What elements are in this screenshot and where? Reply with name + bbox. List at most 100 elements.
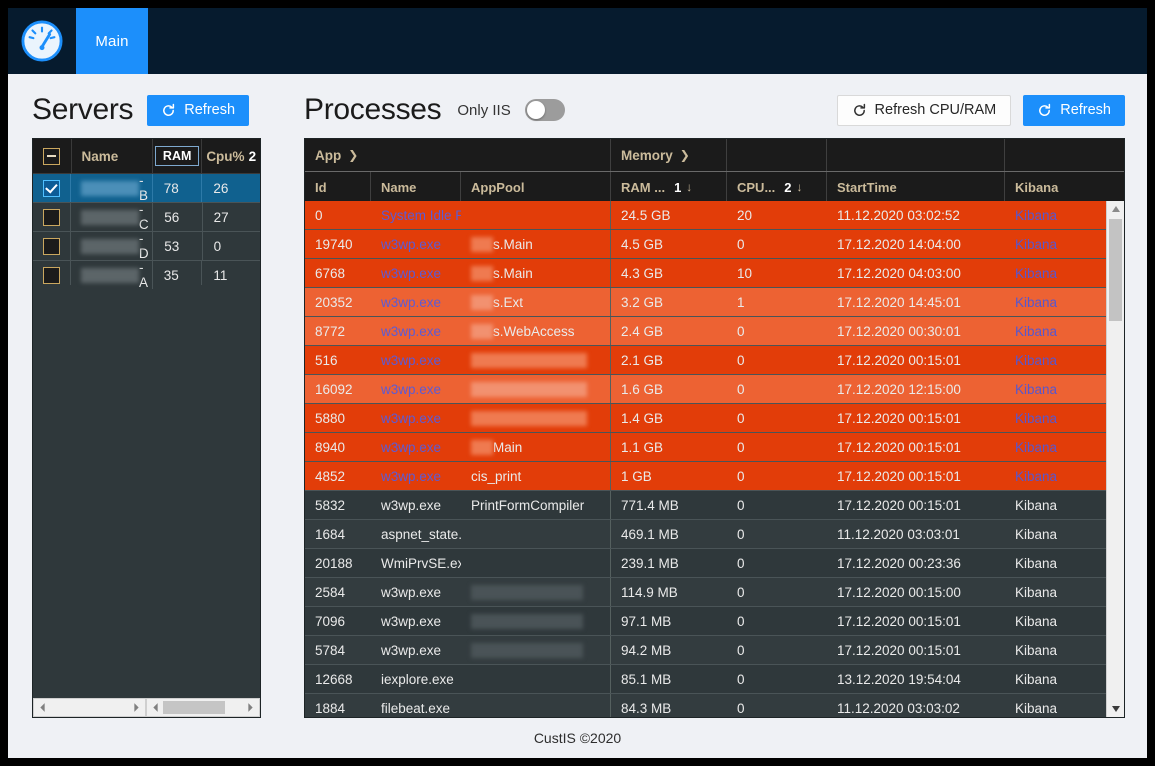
server-row-checkbox[interactable] xyxy=(42,208,60,226)
processes-refresh-button[interactable]: Refresh xyxy=(1023,94,1125,126)
servers-hscrollbar-right[interactable] xyxy=(146,698,260,717)
process-kibana-link[interactable]: Kibana xyxy=(1005,462,1106,490)
scroll-down-icon[interactable] xyxy=(1107,701,1124,717)
server-row-checkbox[interactable] xyxy=(42,237,60,255)
process-row[interactable]: 5832 w3wp.exe PrintFormCompiler 771.4 MB 0 17… xyxy=(305,491,1106,520)
process-row[interactable]: 2584 w3wp.exe 114.9 MB 0 17.12.2020 00:15:00… xyxy=(305,578,1106,607)
scroll-left-icon[interactable] xyxy=(36,701,49,714)
only-iis-toggle[interactable] xyxy=(524,99,565,121)
process-name[interactable]: w3wp.exe xyxy=(371,346,461,374)
process-row[interactable]: 16092 w3wp.exe 1.6 GB 0 17.12.2020 12:15:00 K… xyxy=(305,375,1106,404)
process-kibana-link[interactable]: Kibana xyxy=(1005,375,1106,403)
process-row[interactable]: 6768 w3wp.exe s.Main 4.3 GB 10 17.12.2020 04:… xyxy=(305,259,1106,288)
process-apppool-text: s.Ext xyxy=(493,294,524,310)
servers-grid-empty-area xyxy=(33,285,260,697)
scroll-right-icon[interactable] xyxy=(130,701,143,714)
process-row[interactable]: 5784 w3wp.exe 94.2 MB 0 17.12.2020 00:15:01 K… xyxy=(305,636,1106,665)
processes-vertical-scrollbar[interactable] xyxy=(1106,201,1124,717)
process-name[interactable]: System Idle Pro xyxy=(371,201,461,229)
servers-col-ram[interactable]: RAM xyxy=(153,139,203,173)
process-name[interactable]: w3wp.exe xyxy=(371,462,461,490)
scrollbar-thumb[interactable] xyxy=(163,701,225,714)
scrollbar-thumb[interactable] xyxy=(1109,219,1122,321)
servers-select-all-checkbox[interactable] xyxy=(43,147,61,165)
process-kibana-link[interactable]: Kibana xyxy=(1005,549,1106,577)
servers-col-cpu[interactable]: Cpu% 2 xyxy=(202,139,260,173)
process-kibana-link[interactable]: Kibana xyxy=(1005,346,1106,374)
process-row[interactable]: 5880 w3wp.exe 1.4 GB 0 17.12.2020 00:15:01 Ki… xyxy=(305,404,1106,433)
process-name[interactable]: w3wp.exe xyxy=(371,636,461,664)
col-ram[interactable]: RAM ... 1 ↓ xyxy=(611,172,727,202)
server-row[interactable]: -B 78 26 xyxy=(33,173,260,203)
process-name[interactable]: w3wp.exe xyxy=(371,578,461,606)
process-kibana-link[interactable]: Kibana xyxy=(1005,433,1106,461)
process-row[interactable]: 20188 WmiPrvSE.exe 239.1 MB 0 17.12.2020 00:… xyxy=(305,549,1106,578)
process-row[interactable]: 12668 iexplore.exe 85.1 MB 0 13.12.2020 19:5… xyxy=(305,665,1106,694)
process-name[interactable]: w3wp.exe xyxy=(371,433,461,461)
redacted-apppool xyxy=(471,642,583,658)
server-name-suffix: -C xyxy=(138,202,149,232)
server-row[interactable]: -D 53 0 xyxy=(33,231,260,261)
col-kibana[interactable]: Kibana xyxy=(1005,172,1124,202)
process-kibana-link[interactable]: Kibana xyxy=(1005,404,1106,432)
process-kibana-link[interactable]: Kibana xyxy=(1005,230,1106,258)
process-ram: 469.1 MB xyxy=(621,526,679,542)
server-row-checkbox[interactable] xyxy=(42,266,60,284)
process-row[interactable]: 19740 w3wp.exe s.Main 4.5 GB 0 17.12.2020 14:… xyxy=(305,230,1106,259)
group-header-memory[interactable]: Memory ❯ xyxy=(611,139,727,171)
process-id: 12668 xyxy=(315,671,353,687)
refresh-cpu-ram-button[interactable]: Refresh CPU/RAM xyxy=(836,94,1012,126)
process-kibana-link[interactable]: Kibana xyxy=(1005,520,1106,548)
scroll-left-icon[interactable] xyxy=(149,701,162,714)
servers-col-ram-label: RAM xyxy=(154,146,200,166)
scroll-up-icon[interactable] xyxy=(1107,201,1124,217)
col-apppool[interactable]: AppPool xyxy=(461,172,611,202)
process-name[interactable]: w3wp.exe xyxy=(371,317,461,345)
process-row[interactable]: 0 System Idle Pro 24.5 GB 20 11.12.2020 03:0… xyxy=(305,201,1106,230)
server-row-checkbox[interactable] xyxy=(42,179,60,197)
process-row[interactable]: 1684 aspnet_state.ex 469.1 MB 0 11.12.2020 0… xyxy=(305,520,1106,549)
server-row[interactable]: -C 56 27 xyxy=(33,202,260,232)
process-name[interactable]: WmiPrvSE.exe xyxy=(371,549,461,577)
process-row[interactable]: 1884 filebeat.exe 84.3 MB 0 11.12.2020 03:03… xyxy=(305,694,1106,717)
servers-hscrollbar-left[interactable] xyxy=(33,698,146,717)
col-id[interactable]: Id xyxy=(305,172,371,202)
process-row[interactable]: 20352 w3wp.exe s.Ext 3.2 GB 1 17.12.2020 14:4… xyxy=(305,288,1106,317)
col-name[interactable]: Name xyxy=(371,172,461,202)
col-cpu[interactable]: CPU... 2 ↓ xyxy=(727,172,827,202)
process-kibana-link[interactable]: Kibana xyxy=(1005,607,1106,635)
process-name[interactable]: w3wp.exe xyxy=(371,491,461,519)
process-name[interactable]: w3wp.exe xyxy=(371,607,461,635)
process-name[interactable]: aspnet_state.ex xyxy=(371,520,461,548)
process-kibana-link[interactable]: Kibana xyxy=(1005,694,1106,717)
brand-logo[interactable] xyxy=(8,8,76,74)
process-kibana-link[interactable]: Kibana xyxy=(1005,201,1106,229)
process-name[interactable]: w3wp.exe xyxy=(371,230,461,258)
group-header-app[interactable]: App ❯ xyxy=(305,139,611,171)
process-row[interactable]: 516 w3wp.exe 2.1 GB 0 17.12.2020 00:15:01 Kib… xyxy=(305,346,1106,375)
process-name[interactable]: w3wp.exe xyxy=(371,288,461,316)
col-starttime[interactable]: StartTime xyxy=(827,172,1005,202)
process-kibana-link[interactable]: Kibana xyxy=(1005,636,1106,664)
process-name[interactable]: w3wp.exe xyxy=(371,259,461,287)
process-apppool-text: cis_print xyxy=(471,468,522,484)
process-kibana-link[interactable]: Kibana xyxy=(1005,491,1106,519)
process-name[interactable]: filebeat.exe xyxy=(371,694,461,717)
process-name[interactable]: iexplore.exe xyxy=(371,665,461,693)
process-name[interactable]: w3wp.exe xyxy=(371,375,461,403)
process-kibana-link[interactable]: Kibana xyxy=(1005,288,1106,316)
scroll-right-icon[interactable] xyxy=(244,701,257,714)
process-kibana-link[interactable]: Kibana xyxy=(1005,259,1106,287)
process-row[interactable]: 4852 w3wp.exe cis_print 1 GB 0 17.12.2020 00:… xyxy=(305,462,1106,491)
process-kibana-link[interactable]: Kibana xyxy=(1005,578,1106,606)
process-kibana-link[interactable]: Kibana xyxy=(1005,665,1106,693)
process-row[interactable]: 8940 w3wp.exe Main 1.1 GB 0 17.12.2020 00:15:… xyxy=(305,433,1106,462)
server-row-name: -A xyxy=(71,260,153,290)
servers-refresh-button[interactable]: Refresh xyxy=(147,94,250,126)
tab-main[interactable]: Main xyxy=(76,8,148,74)
process-kibana-link[interactable]: Kibana xyxy=(1005,317,1106,345)
servers-col-name[interactable]: Name xyxy=(72,139,153,173)
process-row[interactable]: 8772 w3wp.exe s.WebAccess 2.4 GB 0 17.12.2020… xyxy=(305,317,1106,346)
process-name[interactable]: w3wp.exe xyxy=(371,404,461,432)
process-row[interactable]: 7096 w3wp.exe 97.1 MB 0 17.12.2020 00:15:01 K… xyxy=(305,607,1106,636)
